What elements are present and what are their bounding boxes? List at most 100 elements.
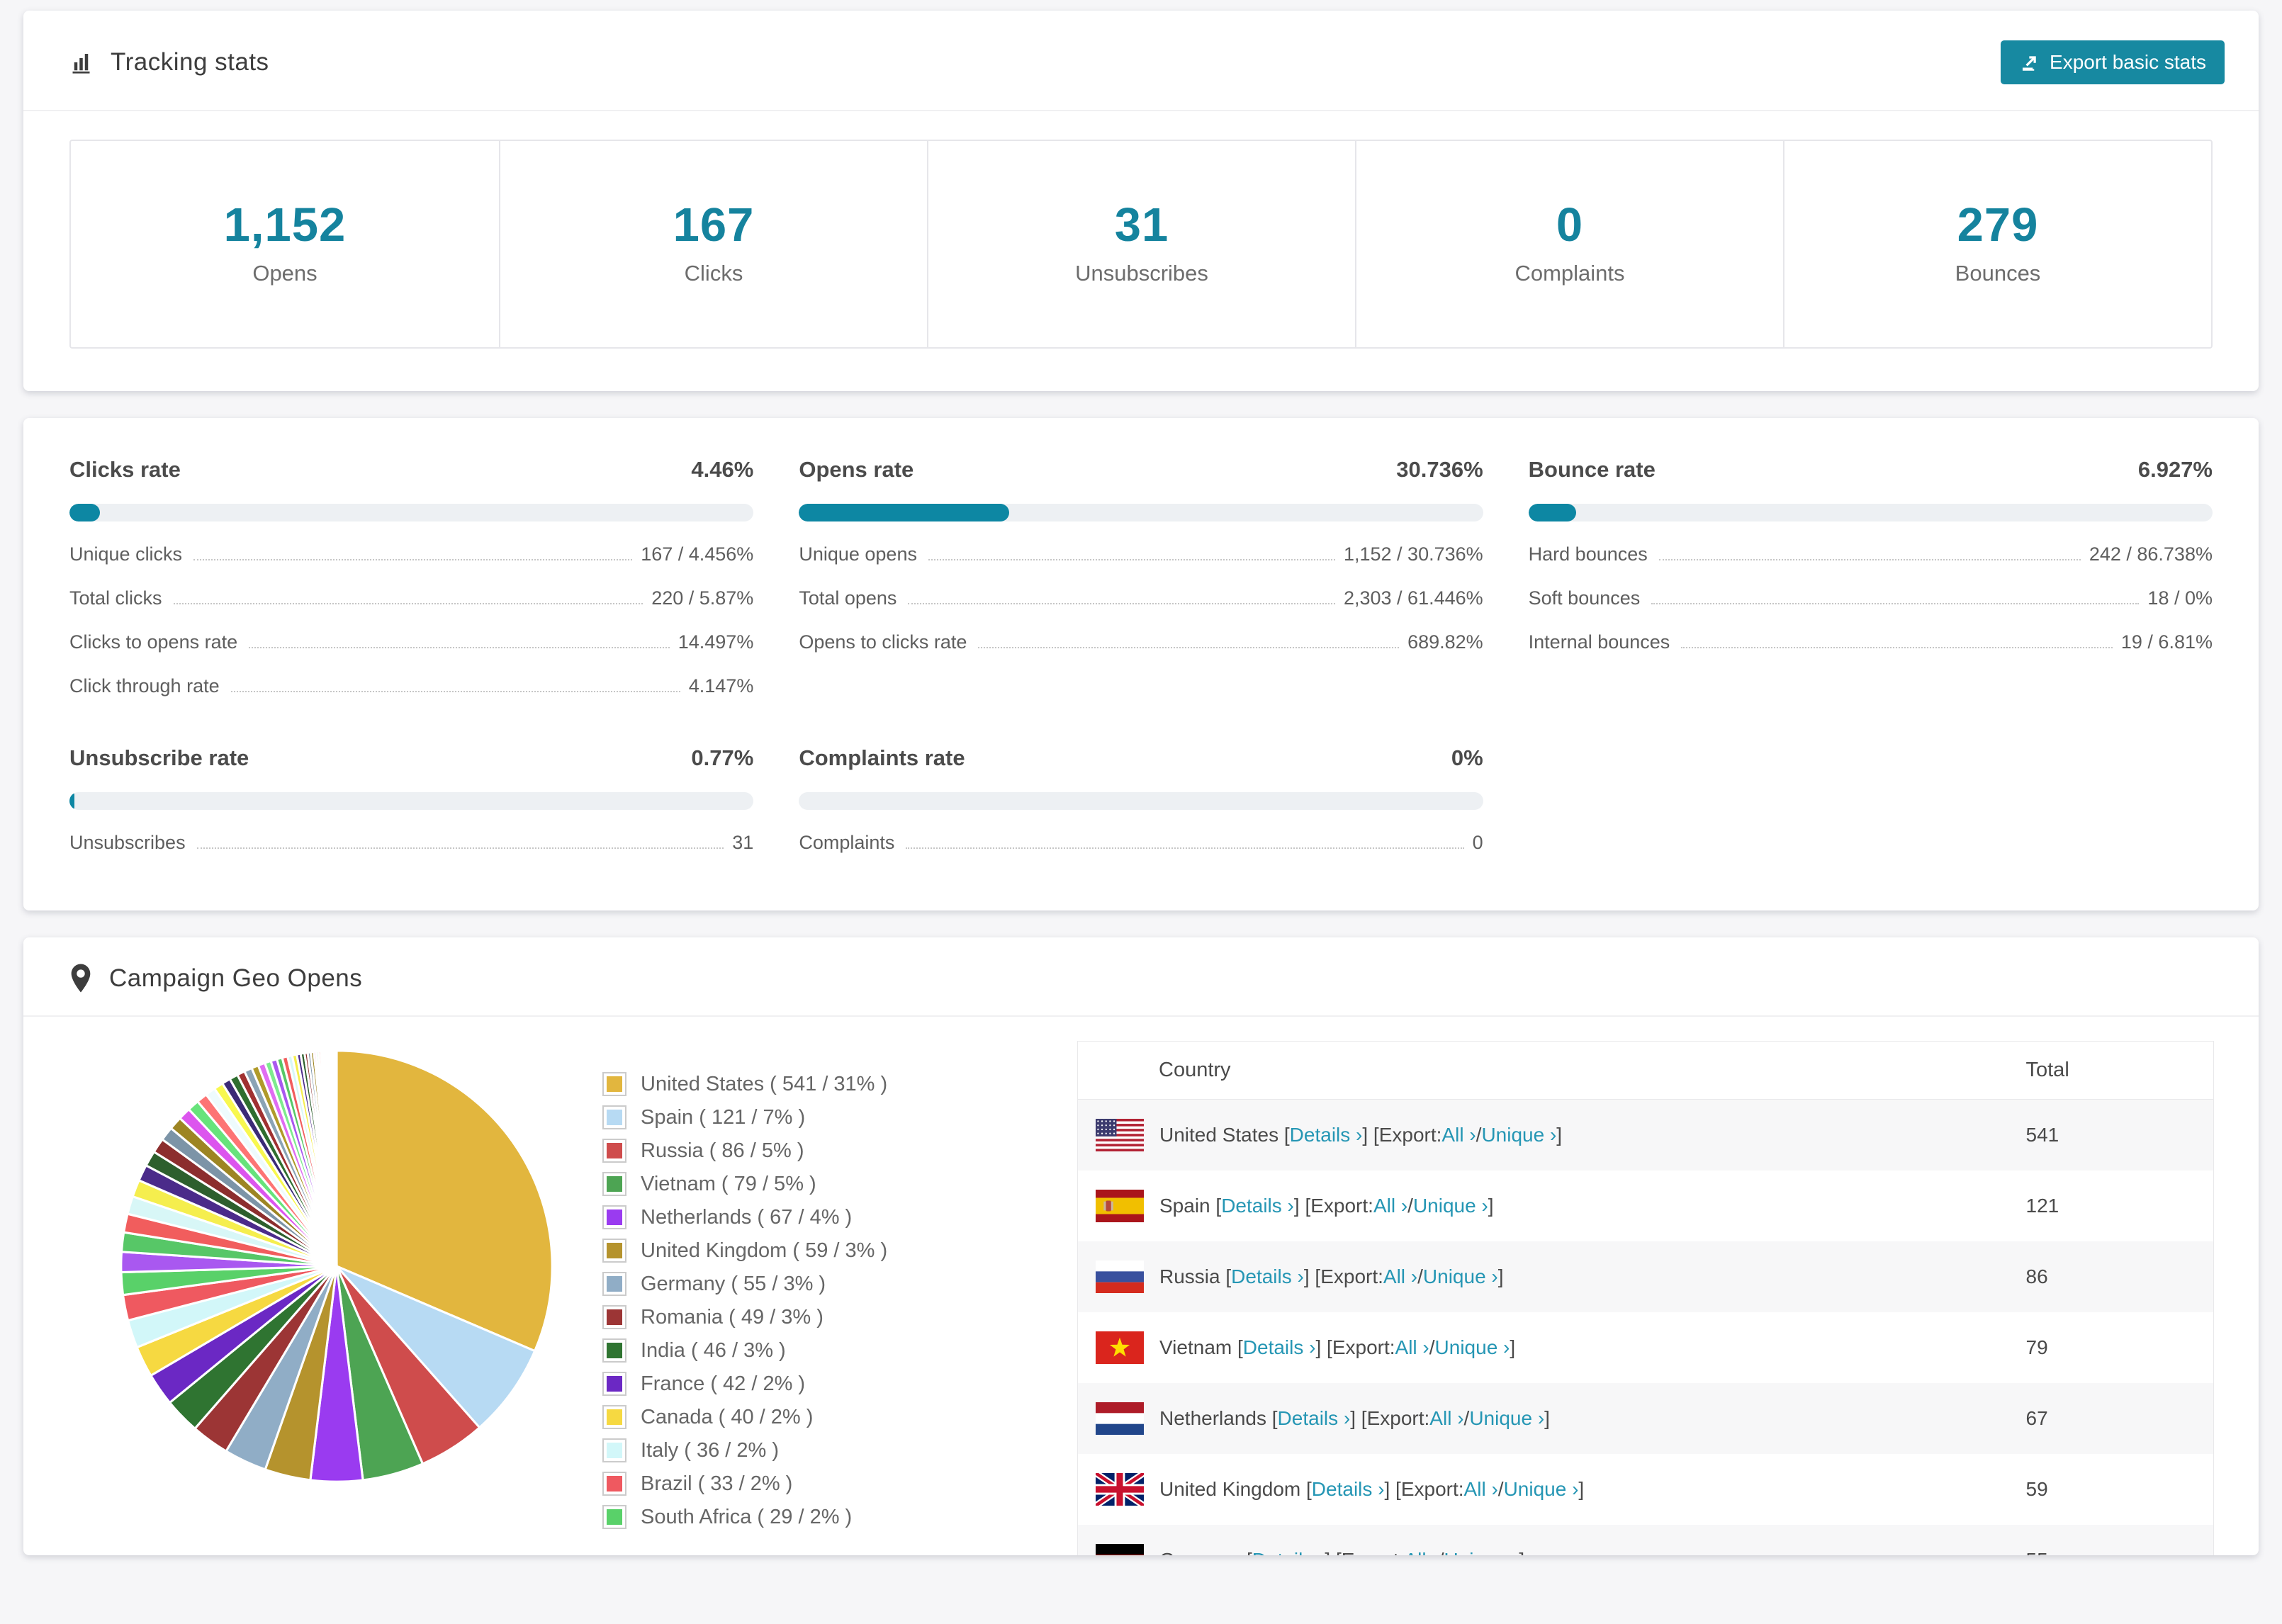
export-basic-stats-button[interactable]: Export basic stats [2001, 40, 2225, 84]
export-button-label: Export basic stats [2050, 51, 2206, 73]
country-flag-icon [1096, 1190, 1144, 1222]
rate-stat-row: Unsubscribes 31 [69, 832, 753, 854]
rate-row-label: Unsubscribes [69, 832, 186, 853]
rate-progress-bar [69, 792, 754, 810]
dotted-leader [173, 603, 643, 604]
export-unique-link[interactable]: Unique › [1469, 1407, 1544, 1430]
legend-swatch [602, 1405, 626, 1429]
export-all-link[interactable]: All › [1383, 1265, 1417, 1288]
map-pin-icon [69, 963, 92, 994]
rate-panel: Complaints rate 0% Complaints 0 [799, 745, 1483, 854]
country-flag-icon [1096, 1544, 1144, 1555]
rate-value: 6.927% [2137, 457, 2213, 482]
summary-stats-row: 1,152 Opens 167 Clicks 31 Unsubscribes 0… [69, 140, 2213, 349]
rate-progress-bar [69, 504, 754, 521]
details-link[interactable]: Details › [1252, 1549, 1325, 1555]
details-link[interactable]: Details › [1221, 1195, 1294, 1217]
legend-item: Romania ( 49 / 3% ) [602, 1305, 943, 1329]
geo-opens-card: Campaign Geo Opens United States ( 541 /… [23, 937, 2259, 1555]
country-flag-icon [1096, 1261, 1144, 1293]
rate-panel: Clicks rate 4.46% Unique clicks 167 / 4.… [69, 457, 754, 697]
export-icon [2019, 52, 2040, 73]
export-unique-link[interactable]: Unique › [1481, 1124, 1556, 1146]
summary-stat-cell: 31 Unsubscribes [927, 141, 1355, 347]
rate-row-label: Clicks to opens rate [69, 631, 238, 653]
country-total: 67 [2025, 1407, 2048, 1429]
rate-value: 4.46% [691, 457, 754, 482]
export-unique-link[interactable]: Unique › [1444, 1549, 1519, 1555]
legend-label: Russia ( 86 / 5% ) [641, 1139, 804, 1162]
rate-row-value: 14.497% [678, 631, 754, 653]
country-name: Russia [1159, 1265, 1220, 1287]
export-unique-link[interactable]: Unique › [1413, 1195, 1488, 1217]
country-total: 55 [2026, 1525, 2214, 1555]
details-link[interactable]: Details › [1231, 1265, 1304, 1288]
geo-pie-chart [67, 1041, 563, 1555]
export-all-link[interactable]: All › [1373, 1195, 1407, 1217]
country-total: 121 [2025, 1195, 2059, 1217]
export-unique-link[interactable]: Unique › [1435, 1336, 1510, 1359]
rate-stat-row: Complaints 0 [799, 832, 1483, 854]
table-row: United Kingdom [Details ›] [Export: All … [1078, 1454, 2214, 1525]
export-all-link[interactable]: All › [1441, 1124, 1476, 1146]
rate-title: Complaints rate [799, 745, 965, 770]
legend-label: Spain ( 121 / 7% ) [641, 1105, 806, 1129]
rate-progress-fill [69, 792, 75, 810]
rate-row-label: Hard bounces [1528, 543, 1648, 565]
rate-row-value: 18 / 0% [2147, 587, 2213, 609]
export-unique-link[interactable]: Unique › [1423, 1265, 1498, 1288]
rate-row-value: 2,303 / 61.446% [1343, 587, 1483, 609]
legend-swatch [602, 1139, 626, 1163]
legend-item: France ( 42 / 2% ) [602, 1372, 943, 1396]
details-link[interactable]: Details › [1290, 1124, 1363, 1146]
country-flag-icon [1096, 1402, 1144, 1435]
stat-label: Unsubscribes [1075, 261, 1208, 286]
dotted-leader [193, 559, 633, 560]
geo-header: Campaign Geo Opens [23, 937, 2259, 1017]
rate-panel: Unsubscribe rate 0.77% Unsubscribes 31 [69, 745, 754, 854]
pie-legend: United States ( 541 / 31% ) Spain ( 121 … [602, 1072, 943, 1555]
legend-swatch [602, 1172, 626, 1196]
legend-item: United States ( 541 / 31% ) [602, 1072, 943, 1096]
legend-swatch [602, 1105, 626, 1129]
rate-row-label: Total opens [799, 587, 897, 609]
rate-row-value: 167 / 4.456% [641, 543, 754, 565]
legend-label: Italy ( 36 / 2% ) [641, 1438, 780, 1462]
rate-progress-fill [799, 504, 1010, 521]
rates-grid: Clicks rate 4.46% Unique clicks 167 / 4.… [69, 457, 2213, 854]
country-name: Germany [1159, 1549, 1241, 1555]
table-row: United States [Details ›] [Export: All ›… [1077, 1099, 2214, 1171]
export-all-link[interactable]: All › [1395, 1336, 1429, 1359]
tracking-stats-header: Tracking stats Export basic stats [23, 11, 2259, 111]
summary-stat-cell: 279 Bounces [1783, 141, 2211, 347]
export-all-link[interactable]: All › [1464, 1478, 1498, 1501]
stat-value: 279 [1957, 198, 2039, 252]
details-link[interactable]: Details › [1278, 1407, 1351, 1430]
bar-chart-icon [69, 50, 95, 75]
legend-swatch [602, 1505, 626, 1529]
legend-item: Canada ( 40 / 2% ) [602, 1405, 943, 1429]
rate-row-label: Total clicks [69, 587, 162, 609]
details-link[interactable]: Details › [1312, 1478, 1385, 1501]
legend-item: Germany ( 55 / 3% ) [602, 1272, 943, 1296]
legend-item: United Kingdom ( 59 / 3% ) [602, 1239, 943, 1263]
export-all-link[interactable]: All › [1404, 1549, 1438, 1555]
legend-swatch [602, 1305, 626, 1329]
legend-item: Vietnam ( 79 / 5% ) [602, 1172, 943, 1196]
export-unique-link[interactable]: Unique › [1504, 1478, 1579, 1501]
country-total: 86 [2025, 1265, 2048, 1287]
rate-title: Unsubscribe rate [69, 745, 249, 770]
details-link[interactable]: Details › [1243, 1336, 1316, 1359]
legend-swatch [602, 1438, 626, 1462]
dashboard-page: Tracking stats Export basic stats 1,152 … [0, 0, 2282, 1555]
summary-stat-cell: 1,152 Opens [71, 141, 499, 347]
pie-slice[interactable] [335, 1049, 338, 1268]
legend-label: Netherlands ( 67 / 4% ) [641, 1205, 853, 1229]
rate-progress-bar [799, 792, 1483, 810]
export-all-link[interactable]: All › [1429, 1407, 1463, 1430]
rate-row-value: 0 [1472, 832, 1483, 853]
dotted-leader [928, 559, 1335, 560]
stat-label: Clicks [684, 261, 743, 286]
dotted-leader [196, 847, 724, 849]
rate-value: 0.77% [691, 745, 754, 770]
